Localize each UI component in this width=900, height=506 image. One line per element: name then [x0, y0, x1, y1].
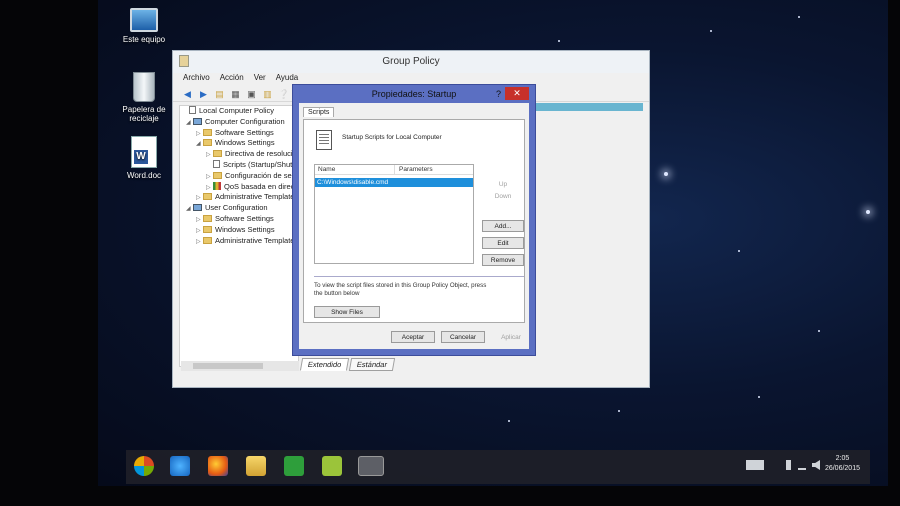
- show-tree-icon[interactable]: ▦: [229, 88, 242, 100]
- tree-item[interactable]: ▷ Administrative Templates: [180, 236, 298, 247]
- up-folder-icon[interactable]: ▤: [213, 88, 226, 100]
- tree-item[interactable]: ◢ Computer Configuration: [180, 117, 298, 128]
- desktop-icon-label: Word.doc: [126, 171, 162, 180]
- dialog-titlebar[interactable]: Propiedades: Startup ? ✕: [293, 85, 535, 103]
- add-button[interactable]: Add...: [482, 220, 524, 232]
- up-button[interactable]: Up: [482, 178, 524, 190]
- network-icon[interactable]: [798, 460, 806, 470]
- volume-icon[interactable]: [812, 460, 820, 470]
- show-files-note: To view the script files stored in this …: [314, 282, 487, 297]
- column-parameters[interactable]: Parameters: [395, 165, 433, 174]
- document-icon: [213, 159, 220, 168]
- mouse-cursor-icon: [377, 185, 389, 198]
- desktop-icon-label: Papelera de reciclaje: [122, 105, 166, 123]
- tree-item[interactable]: ▷Configuración de seguridad: [180, 171, 298, 182]
- menu-ver[interactable]: Ver: [254, 73, 266, 86]
- folder-icon: [203, 214, 212, 222]
- folder-icon: [203, 193, 212, 201]
- tree-item[interactable]: ▷ Software Settings: [180, 128, 298, 139]
- computer-icon: [193, 117, 202, 125]
- tree-item[interactable]: Local Computer Policy: [180, 106, 298, 117]
- list-header: Name Parameters: [315, 165, 473, 175]
- desktop-icon-recycle-bin[interactable]: Papelera de reciclaje: [114, 72, 174, 123]
- dialog-body: Scripts Startup Scripts for Local Comput…: [299, 103, 529, 349]
- back-arrow-icon[interactable]: ◀: [181, 88, 194, 100]
- folder-icon: [203, 225, 212, 233]
- computer-icon: [193, 204, 202, 212]
- scripts-panel: Startup Scripts for Local Computer Name …: [303, 119, 525, 323]
- remove-button[interactable]: Remove: [482, 254, 524, 266]
- tree-item[interactable]: Scripts (Startup/Shutdown): [180, 159, 298, 171]
- firefox-icon[interactable]: [208, 456, 228, 476]
- policy-tree: Local Computer Policy ◢ Computer Configur…: [179, 105, 299, 367]
- apply-button[interactable]: Aplicar: [489, 331, 533, 343]
- battery-icon[interactable]: [786, 460, 791, 470]
- tab-scripts[interactable]: Scripts: [303, 107, 335, 117]
- properties-icon[interactable]: ▣: [245, 88, 258, 100]
- desktop-icon-this-pc[interactable]: Este equipo: [114, 8, 174, 44]
- group-policy-app-icon: [179, 55, 189, 67]
- edit-button[interactable]: Edit: [482, 237, 524, 249]
- list-item[interactable]: C:\Windows\disable.cmd: [315, 178, 473, 187]
- keyboard-icon[interactable]: [746, 460, 764, 470]
- tab-estandar[interactable]: Estándar: [349, 358, 396, 371]
- store-icon[interactable]: [284, 456, 304, 476]
- show-files-button[interactable]: Show Files: [314, 306, 380, 318]
- folder-icon: [203, 128, 212, 136]
- clock-date: 26/06/2015: [824, 465, 860, 472]
- tree-item[interactable]: ◢ User Configuration: [180, 203, 298, 214]
- tree-item[interactable]: ▷ Directiva de resolución: [180, 149, 298, 160]
- menu-accion[interactable]: Acción: [220, 73, 244, 86]
- folder-icon: [213, 171, 222, 179]
- tree-item[interactable]: ◢ Windows Settings: [180, 138, 298, 149]
- script-document-icon: [316, 130, 332, 150]
- folder-icon: [213, 150, 222, 158]
- window-title: Group Policy: [382, 56, 440, 67]
- start-button[interactable]: [134, 456, 154, 476]
- folder-icon: [203, 236, 212, 244]
- android-icon[interactable]: [322, 456, 342, 476]
- taskbar: 2:05 26/06/2015: [126, 450, 870, 484]
- tree-item[interactable]: ▷ Windows Settings: [180, 225, 298, 236]
- view-tabs: Extendido Estándar: [299, 358, 396, 371]
- document-icon: [189, 106, 196, 114]
- word-document-icon: [131, 136, 157, 168]
- desktop-icon-label: Este equipo: [122, 35, 166, 44]
- accept-button[interactable]: Aceptar: [391, 331, 435, 343]
- properties-dialog: Propiedades: Startup ? ✕ Scripts Startup…: [292, 84, 536, 356]
- panel-header-text: Startup Scripts for Local Computer: [342, 134, 442, 141]
- chart-icon: [213, 181, 221, 190]
- export-icon[interactable]: ▥: [261, 88, 274, 100]
- divider: [314, 276, 524, 277]
- column-name[interactable]: Name: [315, 165, 395, 174]
- computer-icon: [130, 8, 158, 32]
- script-name: C:\Windows\disable.cmd: [317, 179, 389, 186]
- help-button[interactable]: ?: [496, 85, 501, 103]
- tree-item[interactable]: ▷ Software Settings: [180, 214, 298, 225]
- folder-icon: [203, 139, 212, 147]
- tab-extendido[interactable]: Extendido: [299, 358, 350, 371]
- desktop-icon-word-doc[interactable]: Word.doc: [114, 136, 174, 180]
- dialog-title: Propiedades: Startup: [371, 89, 457, 99]
- group-policy-icon[interactable]: [358, 456, 384, 476]
- internet-explorer-icon[interactable]: [170, 456, 190, 476]
- help-icon[interactable]: ❔: [277, 88, 290, 100]
- horizontal-scrollbar[interactable]: [181, 361, 299, 371]
- close-button[interactable]: ✕: [505, 87, 529, 100]
- menu-archivo[interactable]: Archivo: [183, 73, 210, 86]
- cancel-button[interactable]: Cancelar: [441, 331, 485, 343]
- file-explorer-icon[interactable]: [246, 456, 266, 476]
- details-header: [523, 103, 643, 111]
- clock-time: 2:05: [835, 455, 850, 462]
- window-titlebar[interactable]: Group Policy: [173, 51, 649, 73]
- tree-item[interactable]: ▷ Administrative Templates: [180, 192, 298, 203]
- clock[interactable]: 2:05 26/06/2015: [825, 454, 860, 474]
- tree-item[interactable]: ▷ QoS basada en directiva: [180, 181, 298, 193]
- scroll-thumb[interactable]: [193, 363, 263, 369]
- scripts-list: Name Parameters C:\Windows\disable.cmd: [314, 164, 474, 264]
- recycle-bin-icon: [133, 72, 155, 102]
- forward-arrow-icon[interactable]: ▶: [197, 88, 210, 100]
- down-button[interactable]: Down: [482, 190, 524, 202]
